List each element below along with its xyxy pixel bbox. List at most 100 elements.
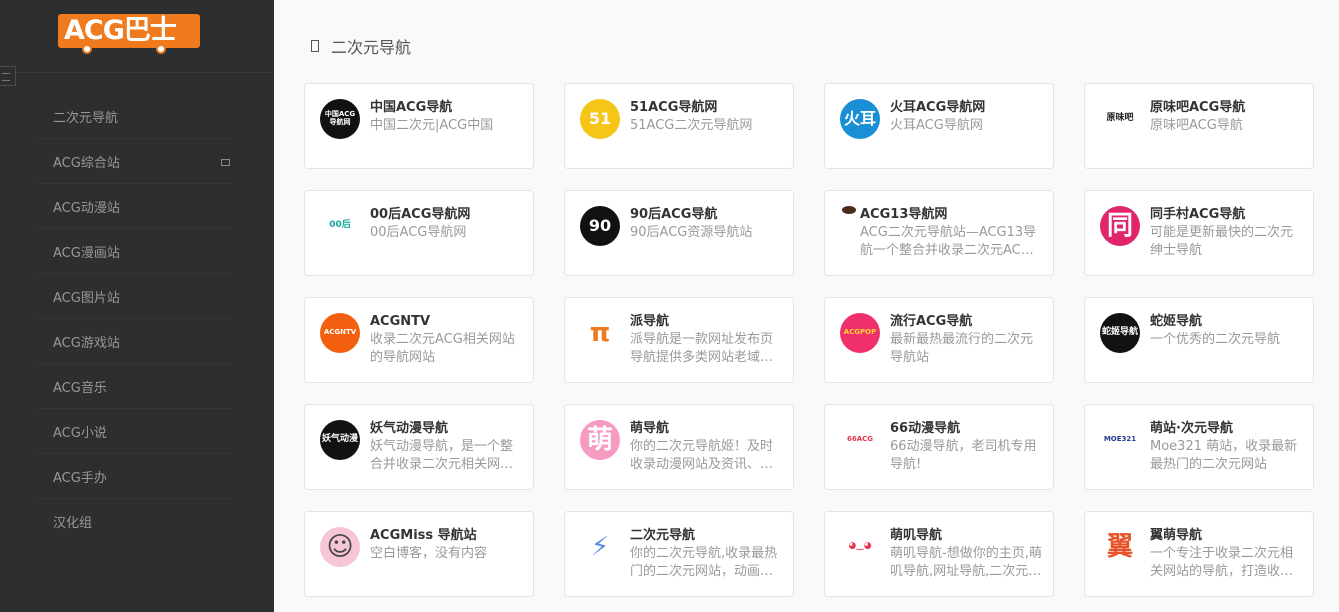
card-description: 火耳ACG导航网 <box>890 118 983 133</box>
site-card[interactable]: 中国ACG 导航网 中国ACG导航中国二次元|ACG中国 <box>304 83 534 169</box>
card-title: 蛇姬导航 <box>1150 314 1203 329</box>
sidebar-item-label: ACG动漫站 <box>53 200 120 216</box>
site-card[interactable]: 66ACG 66动漫导航 66动漫导航，老司机专用导航! <box>824 404 1054 490</box>
sheji-logo: 蛇姬导航 <box>1100 313 1140 353</box>
lightning-logo: ⚡ <box>580 527 620 567</box>
sidebar-item[interactable]: ACG动漫站 <box>38 184 232 229</box>
site-card[interactable]: 51 51ACG导航网 51ACG二次元导航网 <box>564 83 794 169</box>
card-description: 00后ACG导航网 <box>370 225 467 240</box>
00hou-logo: 00后 <box>320 206 360 246</box>
card-description: 原味吧ACG导航 <box>1150 118 1243 133</box>
sidebar-item-label: 汉化组 <box>53 516 93 531</box>
card-description: 最新最热最流行的二次元导航站 <box>890 332 1034 365</box>
66acg-logo: 66ACG <box>840 420 880 460</box>
sidebar-item[interactable]: ACG漫画站 <box>38 229 232 274</box>
site-card[interactable]: 翼翼萌导航一个专注于收录二次元相关网站的导航，打造收录最全的导航 <box>1084 511 1314 597</box>
card-description: 派导航是一款网址发布页导航提供多类网站老域名的导航 <box>630 332 774 365</box>
site-logo[interactable]: ACG巴士 <box>58 14 200 54</box>
card-description: 90后ACG资源导航站 <box>630 225 753 240</box>
site-card[interactable]: 妖气动漫妖气动漫导航妖气动漫导航，是一个整合并收录二次元相关网站的导航 <box>304 404 534 490</box>
site-card[interactable]: 火耳 火耳ACG导航网 火耳ACG导航网 <box>824 83 1054 169</box>
site-card[interactable]: 萌萌导航你的二次元导航姬！及时收录动漫网站及资讯、漫画等 <box>564 404 794 490</box>
card-title: 同手村ACG导航 <box>1150 207 1246 222</box>
bus-wheel-icon <box>156 44 166 54</box>
sidebar-footer: ... <box>44 603 56 612</box>
site-card[interactable]: MOE321 萌站·次元导航 Moe321 萌站，收录最新最热门的二次元网站 <box>1084 404 1314 490</box>
site-card[interactable]: 同同手村ACG导航 可能是更新最快的二次元绅士导航 <box>1084 190 1314 276</box>
site-card[interactable]: ◕‿◕ 萌叽导航萌叽导航-想做你的主页,萌叽导航,网址导航,二次元导航 <box>824 511 1054 597</box>
sidebar-item-label: ACG游戏站 <box>53 335 120 351</box>
card-description: 空白博客，没有内容 <box>370 546 488 561</box>
sidebar-item-label: ACG音乐 <box>53 380 107 396</box>
sidebar-item[interactable]: 汉化组 <box>38 499 232 544</box>
pi-logo: π <box>580 313 620 353</box>
card-title: 90后ACG导航 <box>630 207 718 222</box>
card-title: 51ACG导航网 <box>630 100 718 115</box>
sidebar-item-label: ACG手办 <box>53 470 107 486</box>
card-title: 萌导航 <box>630 421 670 436</box>
card-description: 一个专注于收录二次元相关网站的导航，打造收录最全的导航 <box>1150 546 1294 579</box>
sidebar-item[interactable]: ACG图片站 <box>38 274 232 319</box>
site-card[interactable]: 原味吧 原味吧ACG导航 原味吧ACG导航 <box>1084 83 1314 169</box>
sidebar-item[interactable]: ACG游戏站 <box>38 319 232 364</box>
card-description: 66动漫导航，老司机专用导航! <box>890 439 1037 472</box>
yuanweiba-logo: 原味吧 <box>1100 99 1140 139</box>
card-title: 萌站·次元导航 <box>1150 421 1233 436</box>
card-title: ACG13导航网 <box>860 207 948 222</box>
huoer-logo: 火耳 <box>840 99 880 139</box>
bus-wheel-icon <box>82 44 92 54</box>
bookmark-icon <box>311 40 319 52</box>
site-card[interactable]: 00后 00后ACG导航网 00后ACG导航网 <box>304 190 534 276</box>
card-description: 可能是更新最快的二次元绅士导航 <box>1150 225 1294 258</box>
site-card-grid: 中国ACG 导航网 中国ACG导航中国二次元|ACG中国 51 51ACG导航网 51A… <box>304 83 1314 597</box>
sidebar-item-label: ACG小说 <box>53 425 107 441</box>
sidebar-item-label: ACG漫画站 <box>53 245 120 261</box>
sidebar-item-label: 二次元导航 <box>53 110 119 126</box>
card-description: 收录二次元ACG相关网站的导航网站 <box>370 332 515 365</box>
main-content: 二次元导航 中国ACG 导航网 中国ACG导航中国二次元|ACG中国 51 51ACG… <box>274 0 1339 612</box>
sidebar-toggle-button[interactable] <box>0 66 16 86</box>
mengji-logo: ◕‿◕ <box>840 527 880 567</box>
section-header: 二次元导航 <box>311 34 411 58</box>
sidebar-item-label: ACG图片站 <box>53 290 120 306</box>
card-title: 萌叽导航 <box>890 528 943 543</box>
card-title: 派导航 <box>630 314 670 329</box>
yaoqi-logo: 妖气动漫 <box>320 420 360 460</box>
sidebar-item[interactable]: ACG音乐 <box>38 364 232 409</box>
site-card[interactable]: ACG13导航网 ACG二次元导航站—ACG13导航一个整合并收录二次元ACG相关… <box>824 190 1054 276</box>
acg13-logo <box>840 205 858 215</box>
china-acg-logo: 中国ACG 导航网 <box>320 99 360 139</box>
site-card[interactable]: 90 90后ACG导航 90后ACG资源导航站 <box>564 190 794 276</box>
moe321-logo: MOE321 <box>1100 420 1140 460</box>
sidebar-item-label: ACG综合站 <box>53 155 120 171</box>
sidebar: ACG巴士 二次元导航 ACG综合站 ACG动漫站 ACG漫画站 ACG图片站 ACG游戏… <box>0 0 274 612</box>
site-card[interactable]: ☺ ACGMiss 导航站 空白博客，没有内容 <box>304 511 534 597</box>
card-title: ACGMiss 导航站 <box>370 528 477 543</box>
card-description: 中国二次元|ACG中国 <box>370 118 494 133</box>
card-title: 流行ACG导航 <box>890 314 973 329</box>
card-description: 你的二次元导航,收录最热门的二次元网站，动画、漫画等 <box>630 546 778 579</box>
sidebar-item[interactable]: ACG综合站 <box>38 139 232 184</box>
sidebar-item[interactable]: ACG小说 <box>38 409 232 454</box>
card-description: 你的二次元导航姬！及时收录动漫网站及资讯、漫画等 <box>630 439 774 472</box>
card-description: 51ACG二次元导航网 <box>630 118 753 133</box>
90hou-logo: 90 <box>580 206 620 246</box>
sidebar-menu: 二次元导航 ACG综合站 ACG动漫站 ACG漫画站 ACG图片站 ACG游戏站 ACG音乐… <box>38 94 232 544</box>
logo-text: ACG巴士 <box>64 15 177 46</box>
sidebar-item[interactable]: 二次元导航 <box>38 94 232 139</box>
card-title: 原味吧ACG导航 <box>1150 100 1246 115</box>
card-title: 中国ACG导航 <box>370 100 453 115</box>
site-card[interactable]: ACGNTV ACGNTV 收录二次元ACG相关网站的导航网站 <box>304 297 534 383</box>
sidebar-item[interactable]: ACG手办 <box>38 454 232 499</box>
card-description: 萌叽导航-想做你的主页,萌叽导航,网址导航,二次元导航 <box>890 546 1042 579</box>
card-title: 二次元导航 <box>630 528 696 543</box>
card-title: 00后ACG导航网 <box>370 207 471 222</box>
card-description: 一个优秀的二次元导航 <box>1150 332 1281 347</box>
site-card[interactable]: 蛇姬导航 蛇姬导航 一个优秀的二次元导航 <box>1084 297 1314 383</box>
acgpop-logo: ACGPOP <box>840 313 880 353</box>
site-card[interactable]: π 派导航派导航是一款网址发布页导航提供多类网站老域名的导航 <box>564 297 794 383</box>
submenu-toggle-icon[interactable] <box>221 159 230 166</box>
site-card[interactable]: ACGPOP 流行ACG导航最新最热最流行的二次元导航站 <box>824 297 1054 383</box>
paw-logo: 51 <box>580 99 620 139</box>
site-card[interactable]: ⚡ 二次元导航你的二次元导航,收录最热门的二次元网站，动画、漫画等 <box>564 511 794 597</box>
